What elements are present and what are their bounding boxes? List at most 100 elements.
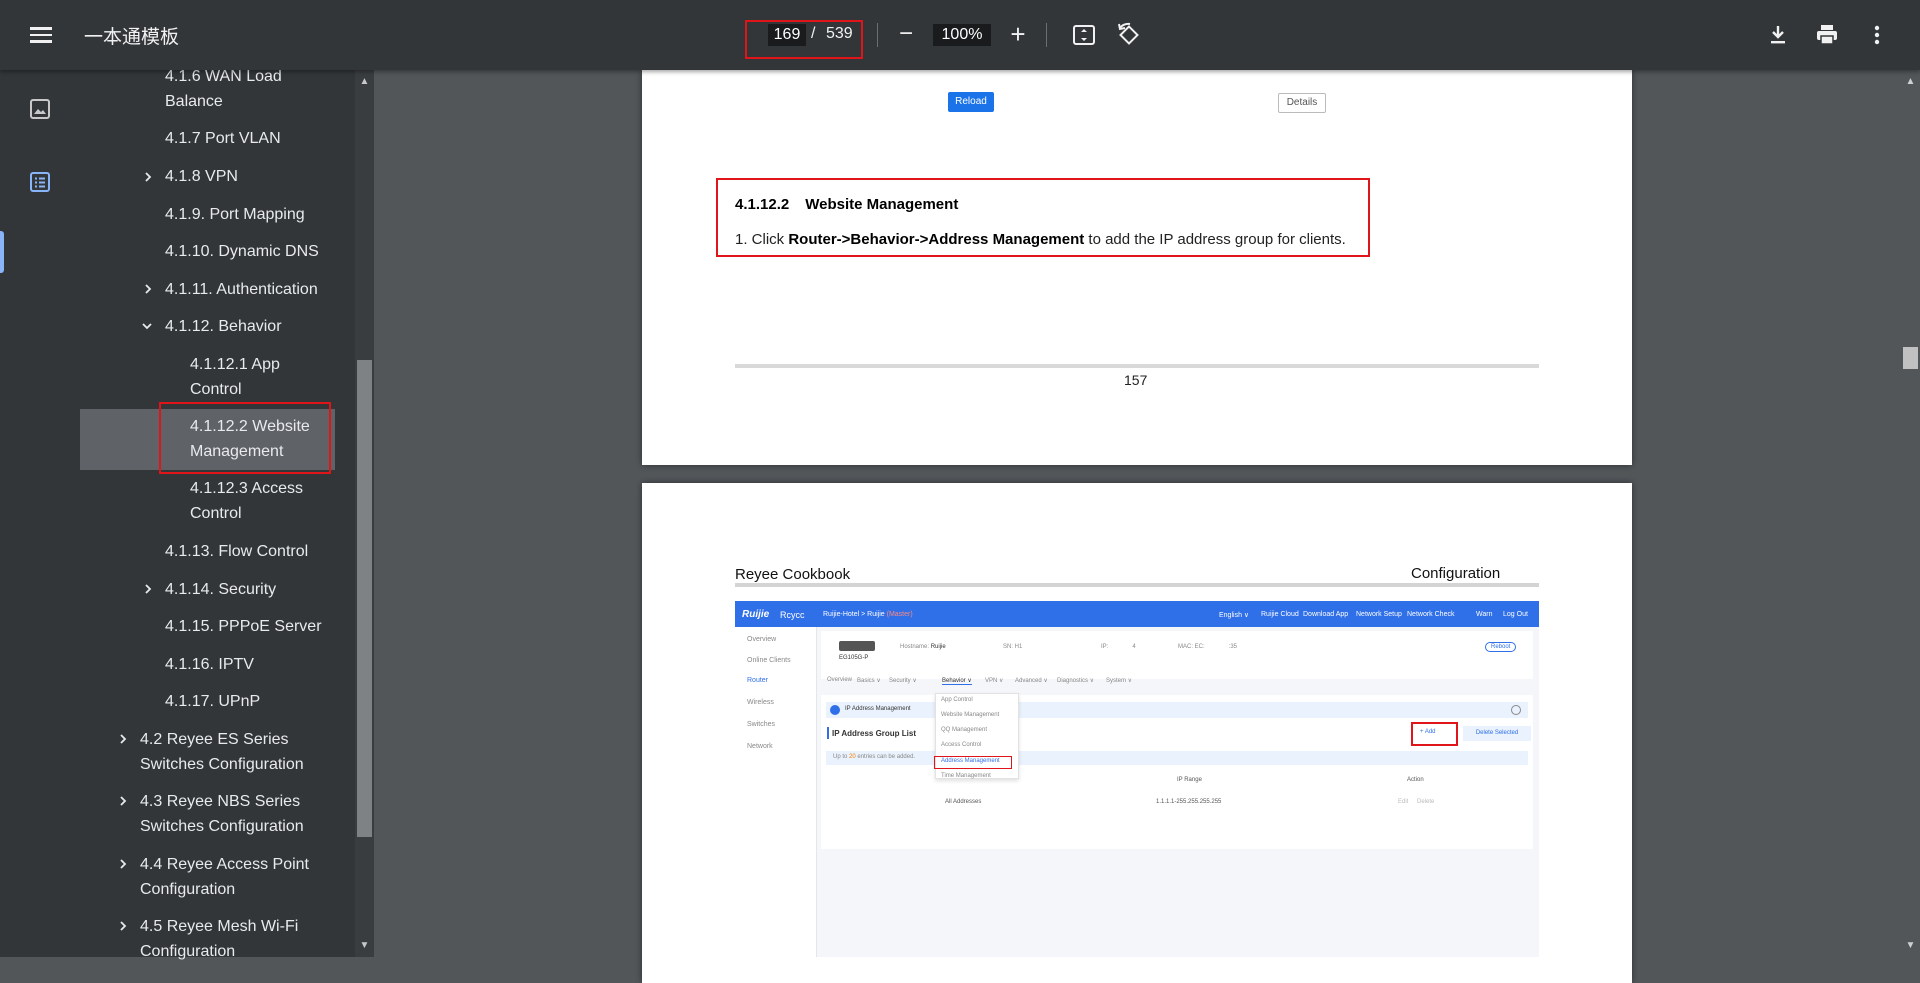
shot-row-name: All Addresses xyxy=(945,799,982,805)
shot-menu-item: Time Management xyxy=(941,773,991,779)
shot-reboot-button: Reboot xyxy=(1485,642,1517,652)
chevron-right-icon[interactable] xyxy=(143,172,153,182)
outline-item[interactable]: 4.1.9. Port Mapping xyxy=(165,202,305,227)
document-title: 一本通模板 xyxy=(84,27,180,48)
shot-side-item: Online Clients xyxy=(747,657,791,664)
menu-icon[interactable] xyxy=(28,23,54,47)
header-rule xyxy=(735,583,1539,587)
shot-info-text: Up to 20 entries can be added. xyxy=(833,754,916,760)
chevron-right-icon[interactable] xyxy=(118,859,128,869)
outline-item[interactable]: 4.1.6 WAN Load Balance xyxy=(165,64,282,114)
zoom-in-button[interactable]: + xyxy=(1006,20,1030,48)
outline-item[interactable]: 4.1.16. IPTV xyxy=(165,652,254,677)
fit-page-icon[interactable] xyxy=(1071,22,1097,48)
details-button-image: Details xyxy=(1278,93,1326,113)
shot-row-edit: Edit xyxy=(1398,799,1409,805)
shot-top-link: Network Check xyxy=(1407,611,1455,618)
more-options-icon[interactable] xyxy=(1864,22,1890,48)
outline-item[interactable]: 4.1.17. UPnP xyxy=(165,689,260,714)
shot-top-link: Log Out xyxy=(1503,611,1528,618)
outline-item[interactable]: 4.1.11. Authentication xyxy=(165,277,318,302)
address-management-highlight xyxy=(934,756,1012,769)
rotate-icon[interactable] xyxy=(1116,22,1142,48)
shot-top-link: English ∨ xyxy=(1219,612,1250,619)
outline-item[interactable]: 4.1.15. PPPoE Server xyxy=(165,614,322,639)
shot-mac: MAC: EC::35 xyxy=(1178,644,1238,650)
shot-menu-item: Website Management xyxy=(941,712,1000,718)
outline-item[interactable]: 4.1.7 Port VLAN xyxy=(165,126,281,151)
shot-top-link: Ruijie Cloud xyxy=(1261,611,1299,618)
page-separator: / xyxy=(811,25,816,42)
chevron-right-icon[interactable] xyxy=(143,584,153,594)
outline-item[interactable]: 4.1.14. Security xyxy=(165,577,276,602)
chevron-right-icon[interactable] xyxy=(143,284,153,294)
chevron-right-icon[interactable] xyxy=(118,796,128,806)
scroll-up-arrow-icon[interactable]: ▲ xyxy=(357,74,372,89)
download-icon[interactable] xyxy=(1765,22,1791,48)
page-number-input[interactable]: 169 xyxy=(768,24,806,46)
step-text: 1. Click Router->Behavior->Address Manag… xyxy=(735,231,1346,248)
outline-scrollbar-thumb[interactable] xyxy=(357,360,372,837)
viewer-scrollbar[interactable] xyxy=(1900,70,1920,957)
shot-device-card xyxy=(821,631,1533,679)
shot-tab: Basics ∨ xyxy=(857,678,881,684)
shot-device-model: EG105G-P xyxy=(839,655,869,661)
shot-row-range: 1.1.1.1-255.255.255.255 xyxy=(1156,799,1222,805)
selected-item-highlight xyxy=(159,402,331,474)
shot-panel-header xyxy=(826,702,1528,718)
outline-item[interactable]: 4.4 Reyee Access Point Configuration xyxy=(140,852,309,902)
shot-sn: SN: H1 xyxy=(1003,644,1023,650)
footer-rule xyxy=(735,364,1539,368)
outline-icon[interactable] xyxy=(28,170,52,194)
shot-breadcrumb: Ruijie-Hotel > Ruijie (Master) xyxy=(823,611,913,618)
chevron-right-icon[interactable] xyxy=(118,734,128,744)
outline-item[interactable]: 4.2 Reyee ES Series Switches Configuratio… xyxy=(140,727,304,777)
thumbnails-icon[interactable] xyxy=(28,97,52,121)
shot-menu-item: QQ Management xyxy=(941,727,988,733)
outline-item[interactable]: 4.1.8 VPN xyxy=(165,164,238,189)
shot-tab: Advanced ∨ xyxy=(1015,678,1048,684)
viewer-scrollbar-thumb[interactable] xyxy=(1903,347,1918,369)
chevron-down-icon[interactable] xyxy=(142,321,152,331)
shot-info-bar xyxy=(826,751,1528,765)
outline-item[interactable]: 4.1.12.1 App Control xyxy=(190,352,280,402)
scroll-down-arrow-icon[interactable]: ▼ xyxy=(1903,938,1918,953)
page-header-left: Reyee Cookbook xyxy=(735,566,851,583)
shot-brand: Ruijie xyxy=(742,609,770,620)
outline-item[interactable]: 4.1.13. Flow Control xyxy=(165,539,308,564)
shot-side-item: Wireless xyxy=(747,699,774,706)
scroll-down-arrow-icon[interactable]: ▼ xyxy=(357,938,372,953)
outline-item[interactable]: 4.1.12.3 Access Control xyxy=(190,476,303,526)
outline-item[interactable]: 4.1.12. Behavior xyxy=(165,314,282,339)
reload-button-image: Reload xyxy=(948,92,994,112)
embedded-screenshot: Ruijie Rcycc Ruijie-Hotel > Ruijie (Mast… xyxy=(735,601,1539,957)
shot-side-item: Overview xyxy=(747,636,777,643)
shot-top-link: Network Setup xyxy=(1356,611,1402,618)
outline-item[interactable]: 4.1.10. Dynamic DNS xyxy=(165,239,319,264)
zoom-out-button[interactable]: − xyxy=(895,22,917,48)
chevron-right-icon[interactable] xyxy=(118,921,128,931)
print-icon[interactable] xyxy=(1814,22,1840,48)
sidebar-view-switcher xyxy=(0,70,80,957)
page-header-right: Configuration xyxy=(1411,565,1501,582)
add-button-highlight xyxy=(1411,722,1458,746)
shot-row-delete: Delete xyxy=(1417,799,1435,805)
shot-top-link: Warn xyxy=(1476,611,1493,618)
info-icon xyxy=(830,705,840,715)
shot-list-title: IP Address Group List xyxy=(832,729,917,738)
outline-item[interactable]: 4.3 Reyee NBS Series Switches Configurati… xyxy=(140,789,304,839)
shot-col-action: Action xyxy=(1407,777,1424,783)
scroll-up-arrow-icon[interactable]: ▲ xyxy=(1903,74,1918,89)
shot-hostname: Hostname: Ruijie xyxy=(900,644,946,650)
shot-tab: Diagnostics ∨ xyxy=(1057,678,1095,684)
shot-brand2: Rcycc xyxy=(780,610,805,620)
router-image xyxy=(839,641,875,651)
shot-content-panel xyxy=(821,695,1533,849)
shot-tab: Overview xyxy=(827,677,853,683)
zoom-level-input[interactable]: 100% xyxy=(933,24,991,46)
page-footer-number: 157 xyxy=(1124,372,1148,388)
toolbar-divider xyxy=(1046,23,1047,47)
page-total: 539 xyxy=(826,25,853,42)
shot-ip: IP: 4 xyxy=(1101,644,1136,650)
pdf-toolbar: 一本通模板 169 / 539 − 100% + xyxy=(0,0,1920,70)
